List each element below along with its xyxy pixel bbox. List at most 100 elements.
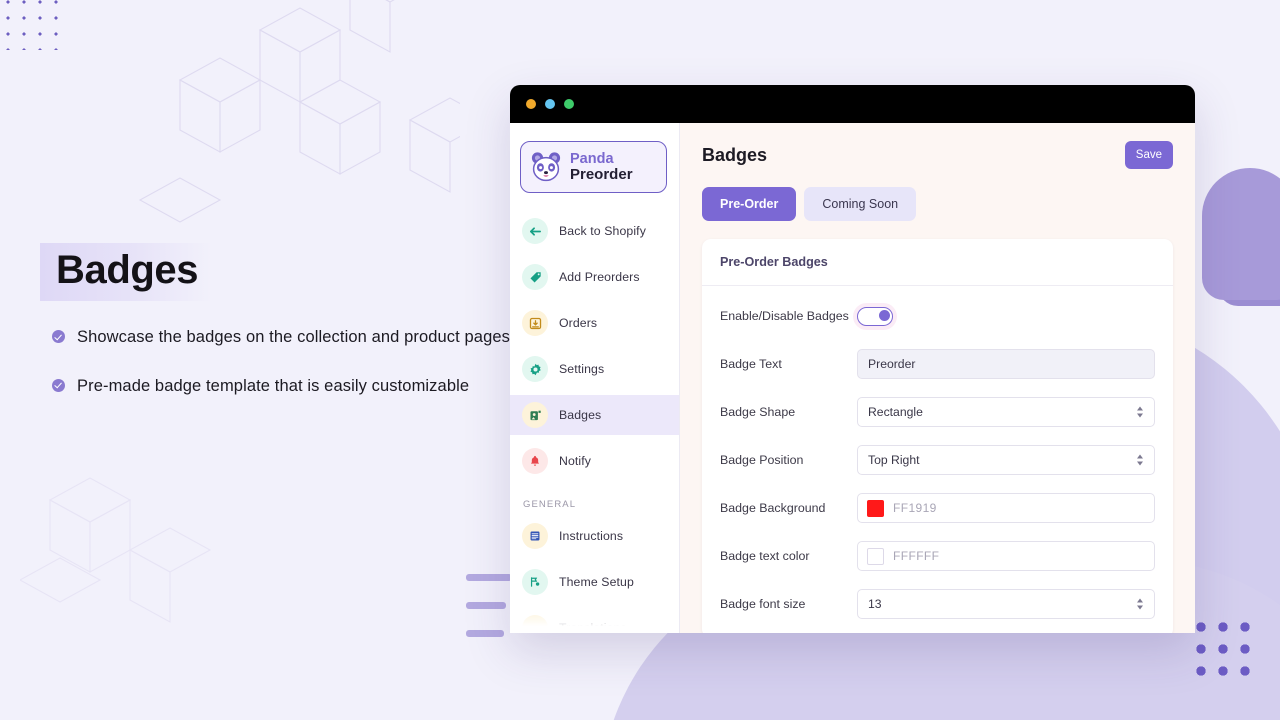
window-minimize-button[interactable] [545, 99, 555, 109]
field-label: Badge Shape [720, 405, 796, 419]
card-body: Enable/Disable Badges Badge Text Preorde… [702, 286, 1173, 633]
tag-icon [522, 264, 548, 290]
sidebar-scroll-fade [510, 609, 679, 633]
field-control [857, 349, 1155, 379]
badge-font-size-stepper[interactable]: 13 [857, 589, 1155, 619]
sidebar-item-orders[interactable]: Orders [510, 303, 679, 343]
sidebar-item-label: Back to Shopify [559, 224, 646, 238]
sidebar-item-label: Settings [559, 362, 605, 376]
badge-text-color-hex: FFFFFF [893, 549, 940, 563]
check-circle-icon [52, 378, 65, 392]
sidebar-item-back-to-shopify[interactable]: Back to Shopify [510, 211, 679, 251]
logo-text: Panda Preorder [570, 150, 633, 183]
field-label: Enable/Disable Badges [720, 309, 849, 323]
list-item: Pre-made badge template that is easily c… [52, 374, 512, 399]
check-circle-icon [52, 330, 65, 343]
bullet-text: Showcase the badges on the collection an… [77, 328, 510, 346]
back-arrow-icon [522, 218, 548, 244]
feature-bullet-list: Showcase the badges on the collection an… [52, 325, 512, 423]
stepper-arrows-icon [1137, 454, 1143, 466]
field-badge-font-size: Badge font size 13 [720, 580, 1155, 628]
field-badge-text: Badge Text [720, 340, 1155, 388]
theme-setup-icon [522, 569, 548, 595]
badge-icon [522, 402, 548, 428]
sidebar-item-label: Add Preorders [559, 270, 640, 284]
card-title: Pre-Order Badges [702, 239, 1173, 286]
sidebar-item-add-preorders[interactable]: Add Preorders [510, 257, 679, 297]
tab-bar: Pre-Order Coming Soon [702, 187, 1173, 221]
page-root: Badges Showcase the badges on the collec… [0, 0, 1280, 720]
sidebar-item-label: Badges [559, 408, 602, 422]
sidebar: Panda Preorder Back to Shopify Add Preor… [510, 123, 680, 633]
list-document-icon [522, 523, 548, 549]
field-badge-position: Badge Position Top Right [720, 436, 1155, 484]
sidebar-item-label: Notify [559, 454, 592, 468]
field-enable-badges: Enable/Disable Badges [720, 292, 1155, 340]
field-control: FF1919 [857, 493, 1155, 523]
stepper-arrows-icon [1137, 598, 1143, 610]
panda-logo-icon [531, 152, 561, 182]
field-control: Top Right [857, 445, 1155, 475]
page-title: Badges [702, 144, 768, 165]
sidebar-item-label: Instructions [559, 529, 624, 543]
sidebar-item-badges[interactable]: Badges [510, 395, 679, 435]
settings-card: Pre-Order Badges Enable/Disable Badges B… [702, 239, 1173, 633]
enable-badges-toggle[interactable] [857, 306, 893, 326]
field-control: 13 [857, 589, 1155, 619]
window-maximize-button[interactable] [564, 99, 574, 109]
gear-icon [522, 356, 548, 382]
browser-titlebar [510, 85, 1195, 123]
bullet-text: Pre-made badge template that is easily c… [77, 376, 470, 395]
field-label: Badge Text [720, 357, 782, 371]
field-control: Rectangle [857, 397, 1155, 427]
field-label: Badge Background [720, 501, 826, 515]
isometric-cubes-decoration-lower [20, 477, 212, 623]
window-close-button[interactable] [526, 99, 536, 109]
main-header: Badges Save [702, 141, 1173, 169]
field-label: Badge text color [720, 549, 810, 563]
dash-lines-decoration [466, 574, 512, 658]
field-badge-shape: Badge Shape Rectangle [720, 388, 1155, 436]
tab-pre-order[interactable]: Pre-Order [702, 187, 797, 221]
sidebar-item-label: Orders [559, 316, 598, 330]
dot-grid-decoration-top-left [0, 0, 70, 50]
field-badge-text-color: Badge text color FFFFFF [720, 532, 1155, 580]
field-label: Badge font size [720, 597, 806, 611]
sidebar-item-settings[interactable]: Settings [510, 349, 679, 389]
sidebar-item-notify[interactable]: Notify [510, 441, 679, 481]
badge-text-color-picker[interactable]: FFFFFF [857, 541, 1155, 571]
color-swatch[interactable] [867, 547, 884, 565]
save-button[interactable]: Save [1124, 141, 1173, 169]
logo-line-two: Preorder [570, 165, 633, 183]
tab-coming-soon[interactable]: Coming Soon [804, 187, 917, 221]
field-control [857, 306, 1155, 326]
purple-pill-decoration-front [1202, 168, 1280, 300]
sidebar-item-label: Theme Setup [559, 575, 634, 589]
orders-box-icon [522, 310, 548, 336]
badge-text-input[interactable] [857, 349, 1155, 379]
bell-icon [522, 448, 548, 474]
color-swatch[interactable] [867, 499, 884, 517]
badge-position-value: Top Right [868, 453, 920, 467]
headline-highlight: Badges [40, 243, 213, 301]
app-logo[interactable]: Panda Preorder [520, 141, 667, 193]
dot-grid-decoration-bottom-right [1190, 616, 1252, 678]
field-badge-background: Badge Background FF1919 [720, 484, 1155, 532]
purple-pill-decoration-back [1218, 196, 1280, 306]
sidebar-item-theme-setup[interactable]: Theme Setup [510, 562, 679, 602]
badge-shape-value: Rectangle [868, 405, 923, 419]
sidebar-section-label: GENERAL [523, 499, 577, 510]
badge-background-color-picker[interactable]: FF1919 [857, 493, 1155, 523]
page-headline: Badges [56, 248, 199, 292]
app-body: Panda Preorder Back to Shopify Add Preor… [510, 123, 1195, 633]
field-label: Badge Position [720, 453, 804, 467]
browser-window: Panda Preorder Back to Shopify Add Preor… [510, 85, 1195, 633]
badge-shape-select[interactable]: Rectangle [857, 397, 1155, 427]
logo-line-one: Panda [570, 150, 614, 167]
badge-background-hex: FF1919 [893, 501, 937, 515]
badge-font-size-value: 13 [868, 597, 882, 611]
sidebar-item-instructions[interactable]: Instructions [510, 516, 679, 556]
list-item: Showcase the badges on the collection an… [52, 325, 512, 350]
badge-position-select[interactable]: Top Right [857, 445, 1155, 475]
main-panel: Badges Save Pre-Order Coming Soon Pre-Or… [680, 123, 1195, 633]
